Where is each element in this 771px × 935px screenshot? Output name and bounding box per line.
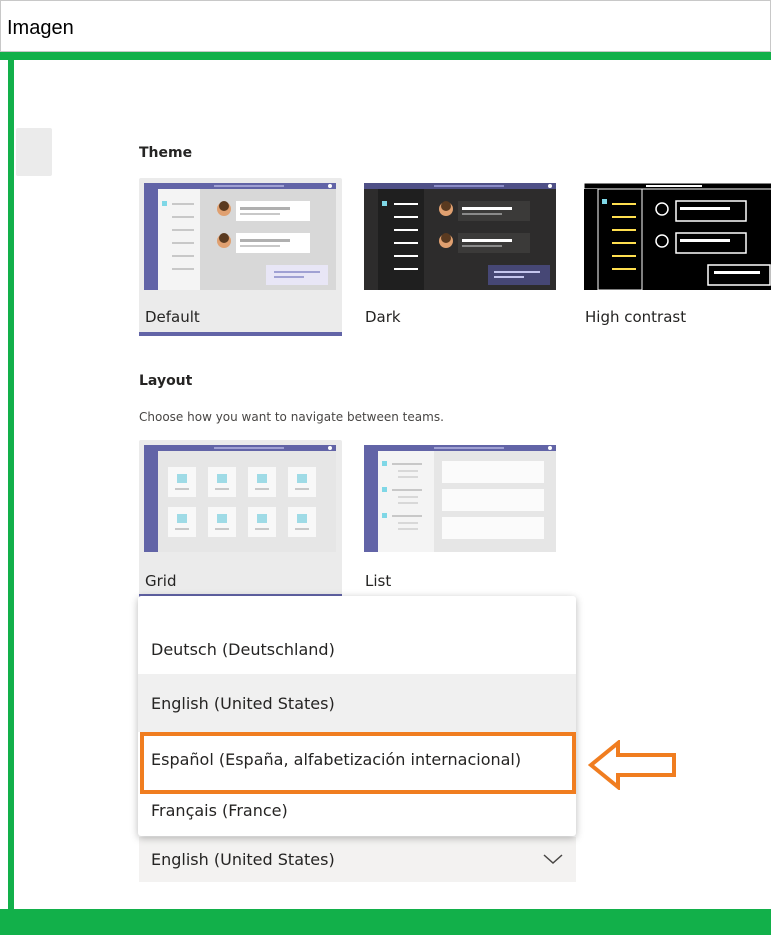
theme-option-label: Dark (365, 308, 401, 326)
language-option-label: Français (France) (151, 800, 288, 820)
language-option-francais[interactable]: Français (France) (138, 788, 576, 832)
theme-option-label: High contrast (585, 308, 687, 326)
language-option-deutsch[interactable]: Deutsch (Deutschland) (138, 620, 576, 678)
theme-option-label: Default (145, 308, 200, 326)
window-title: Imagen (7, 17, 74, 39)
frame-border-left (8, 60, 14, 910)
side-nav-item[interactable] (16, 128, 52, 176)
language-select[interactable]: English (United States) (139, 837, 576, 882)
layout-option-list[interactable]: List (359, 440, 562, 598)
layout-option-label: List (365, 572, 392, 590)
layout-list-preview (364, 445, 556, 552)
theme-heading: Theme (139, 145, 193, 161)
frame-border-top (0, 52, 771, 60)
theme-option-high-contrast[interactable]: High contrast (579, 178, 771, 336)
theme-option-default[interactable]: Default (139, 178, 342, 336)
layout-description: Choose how you want to navigate between … (139, 410, 444, 424)
window-title-bar: Imagen (0, 0, 771, 52)
layout-heading: Layout (139, 373, 193, 389)
theme-option-dark[interactable]: Dark (359, 178, 562, 336)
language-select-value: English (United States) (151, 850, 335, 869)
theme-high-contrast-preview (584, 183, 771, 290)
annotation-highlight-box (140, 732, 576, 794)
frame-border-bottom (0, 909, 771, 935)
language-option-label: English (United States) (151, 693, 335, 713)
layout-option-label: Grid (145, 572, 177, 590)
language-dropdown-menu: Deutsch (Deutschland) English (United St… (138, 596, 576, 836)
theme-dark-preview (364, 183, 556, 290)
layout-grid-preview (144, 445, 336, 552)
theme-default-preview (144, 183, 336, 290)
annotation-arrow-icon (587, 738, 680, 794)
selection-indicator (139, 332, 342, 336)
language-option-label: Deutsch (Deutschland) (151, 639, 335, 659)
chevron-down-icon (542, 851, 564, 870)
language-option-english[interactable]: English (United States) (138, 674, 576, 732)
layout-option-grid[interactable]: Grid (139, 440, 342, 598)
